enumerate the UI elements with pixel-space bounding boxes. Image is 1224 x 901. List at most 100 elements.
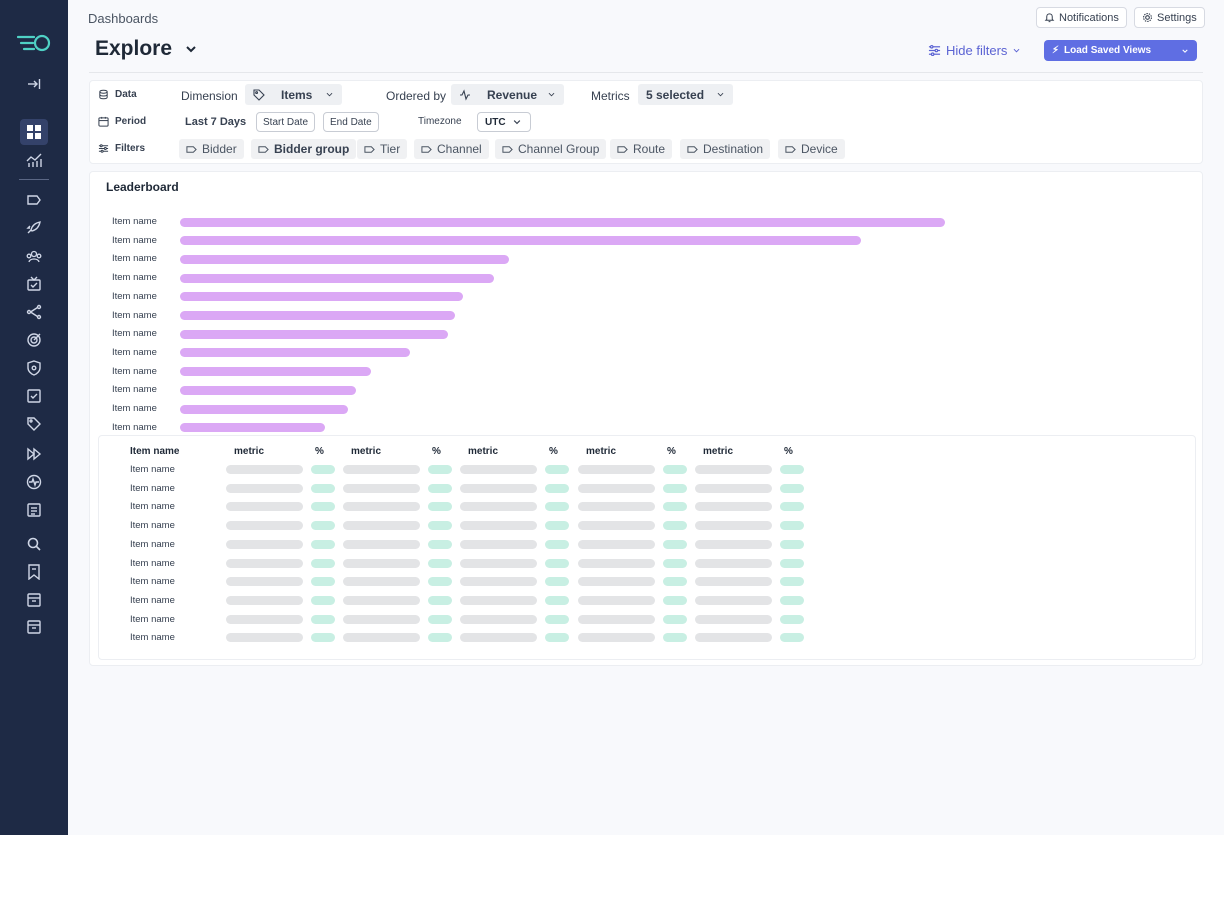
label-icon <box>421 145 432 153</box>
rocket-icon[interactable] <box>20 215 48 241</box>
bar[interactable] <box>180 292 463 302</box>
percent-placeholder <box>428 614 452 624</box>
filter-chip-destination[interactable]: Destination <box>680 139 771 159</box>
table-row-name: Item name <box>130 538 175 550</box>
bar[interactable] <box>180 254 509 264</box>
timezone-label: Timezone <box>418 116 462 127</box>
metric-placeholder <box>343 502 420 512</box>
search-icon[interactable] <box>20 531 48 557</box>
metric-placeholder <box>460 465 537 474</box>
label-icon[interactable] <box>20 187 48 213</box>
data-label: Data <box>115 89 137 100</box>
table-header-cell[interactable]: metric <box>234 446 264 457</box>
bar[interactable] <box>180 273 494 283</box>
page-title[interactable]: Explore <box>95 37 198 61</box>
pulse-icon[interactable] <box>20 469 48 495</box>
metric-placeholder <box>343 558 420 568</box>
metric-placeholder <box>460 483 537 493</box>
metrics-select[interactable]: 5 selected <box>638 84 733 105</box>
notifications-button[interactable]: Notifications <box>1036 7 1127 28</box>
filter-chip-channel-group[interactable]: Channel Group <box>495 139 607 159</box>
table-header-cell[interactable]: % <box>667 446 676 457</box>
filter-chip-label: Device <box>801 142 838 156</box>
breadcrumb[interactable]: Dashboards <box>88 11 158 26</box>
bar[interactable] <box>180 367 371 377</box>
bar-label: Item name <box>112 403 157 414</box>
metric-placeholder <box>460 502 537 512</box>
bar[interactable] <box>180 423 325 433</box>
archive-icon[interactable] <box>20 614 48 640</box>
table-row-name: Item name <box>130 520 175 532</box>
settings-button[interactable]: Settings <box>1134 7 1205 28</box>
target-icon[interactable] <box>20 327 48 353</box>
table-header-cell[interactable]: metric <box>468 446 498 457</box>
filter-chip-route[interactable]: Route <box>610 139 673 159</box>
table-header-cell[interactable]: metric <box>351 446 381 457</box>
table-header-cell[interactable]: % <box>315 446 324 457</box>
lightning-icon: ⚡︎ <box>1052 45 1060 56</box>
period-value[interactable]: Last 7 Days <box>185 116 246 128</box>
bar-label: Item name <box>112 253 157 265</box>
bar[interactable] <box>180 329 448 339</box>
percent-placeholder <box>663 483 687 493</box>
shield-icon[interactable] <box>20 355 48 381</box>
label-icon <box>785 145 796 153</box>
end-date-button[interactable]: End Date <box>323 112 379 132</box>
report-icon[interactable] <box>20 497 48 523</box>
percent-placeholder <box>780 502 804 512</box>
fast-forward-icon[interactable] <box>20 441 48 467</box>
chevron-down-icon <box>717 92 724 97</box>
table-header-cell[interactable]: metric <box>586 446 616 457</box>
percent-placeholder <box>428 539 452 549</box>
inbox-icon[interactable] <box>20 587 48 613</box>
analytics-icon[interactable] <box>20 147 48 173</box>
percent-placeholder <box>311 465 335 474</box>
table-header-cell[interactable]: % <box>784 446 793 457</box>
logo[interactable] <box>17 32 51 54</box>
ordered-by-value: Revenue <box>487 87 538 102</box>
table-header-cell[interactable]: Item name <box>130 446 179 457</box>
percent-placeholder <box>780 539 804 549</box>
settings-label: Settings <box>1157 11 1197 24</box>
load-saved-views-label: Load Saved Views <box>1064 45 1152 56</box>
bar[interactable] <box>180 311 455 320</box>
share-icon[interactable] <box>20 299 48 325</box>
percent-placeholder <box>780 595 804 605</box>
dashboard-icon[interactable] <box>20 119 48 145</box>
metric-placeholder <box>695 502 772 512</box>
tag-icon[interactable] <box>20 411 48 437</box>
filter-chip-label: Channel <box>437 142 482 156</box>
metric-placeholder <box>343 633 420 643</box>
ordered-by-select[interactable]: Revenue <box>451 84 564 105</box>
table-header-cell[interactable]: % <box>549 446 558 457</box>
filter-chip-bidder[interactable]: Bidder <box>179 139 244 159</box>
collapse-icon[interactable] <box>20 71 48 97</box>
load-saved-views-button[interactable]: ⚡︎ Load Saved Views <box>1044 40 1197 61</box>
bar[interactable] <box>180 385 356 395</box>
percent-placeholder <box>780 614 804 624</box>
tv-icon[interactable] <box>20 271 48 297</box>
start-date-button[interactable]: Start Date <box>256 112 316 132</box>
table-row-name: Item name <box>130 557 175 569</box>
bar[interactable] <box>180 217 945 227</box>
filter-chip-tier[interactable]: Tier <box>357 139 408 159</box>
percent-placeholder <box>663 614 687 624</box>
bookmark-icon[interactable] <box>20 559 48 585</box>
metric-placeholder <box>343 614 420 624</box>
bar[interactable] <box>180 348 410 358</box>
label-icon <box>186 145 197 153</box>
bar[interactable] <box>180 236 861 246</box>
table-header-cell[interactable]: % <box>432 446 441 457</box>
dimension-select[interactable]: Items <box>245 84 342 105</box>
bar-label: Item name <box>112 309 157 321</box>
filter-chip-device[interactable]: Device <box>778 139 845 159</box>
filter-chip-bidder-group[interactable]: Bidder group <box>251 139 357 159</box>
filter-chip-channel[interactable]: Channel <box>414 139 489 159</box>
percent-placeholder <box>545 521 569 531</box>
bar[interactable] <box>180 404 348 414</box>
checkbox-icon[interactable] <box>20 383 48 409</box>
table-header-cell[interactable]: metric <box>703 446 733 457</box>
timezone-select[interactable]: UTC <box>477 112 531 132</box>
hide-filters-button[interactable]: Hide filters <box>928 43 1021 58</box>
crowd-icon[interactable] <box>20 243 48 269</box>
